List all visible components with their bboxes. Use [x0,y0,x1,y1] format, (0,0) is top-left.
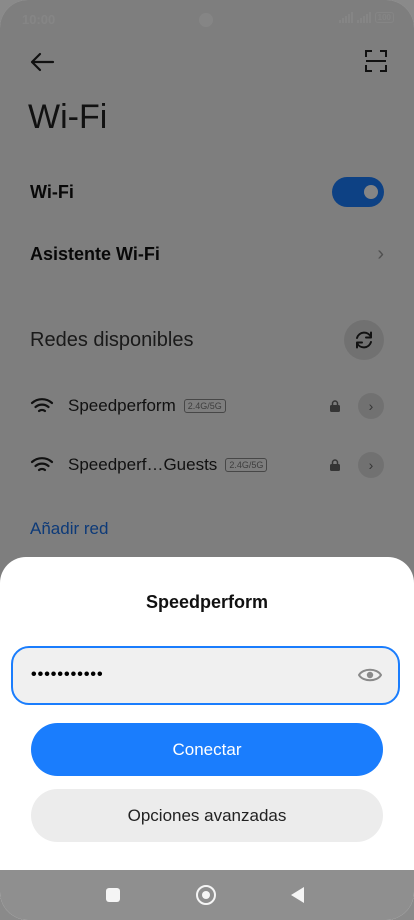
password-field[interactable]: ••••••••••• [11,646,400,705]
password-input[interactable]: ••••••••••• [31,666,104,684]
system-nav-bar [0,870,414,920]
eye-icon[interactable] [358,666,382,684]
back-triangle-icon[interactable] [291,887,304,903]
password-dialog: Speedperform ••••••••••• Conectar Opcion… [0,557,414,920]
dialog-title: Speedperform [145,592,269,612]
screen: 10:00 100 Wi-Fi Wi-Fi Asistente Wi-Fi › … [0,0,414,920]
recents-icon[interactable] [106,888,120,902]
connect-button[interactable]: Conectar [31,723,383,776]
home-icon[interactable] [196,885,216,905]
advanced-options-button[interactable]: Opciones avanzadas [31,789,383,842]
